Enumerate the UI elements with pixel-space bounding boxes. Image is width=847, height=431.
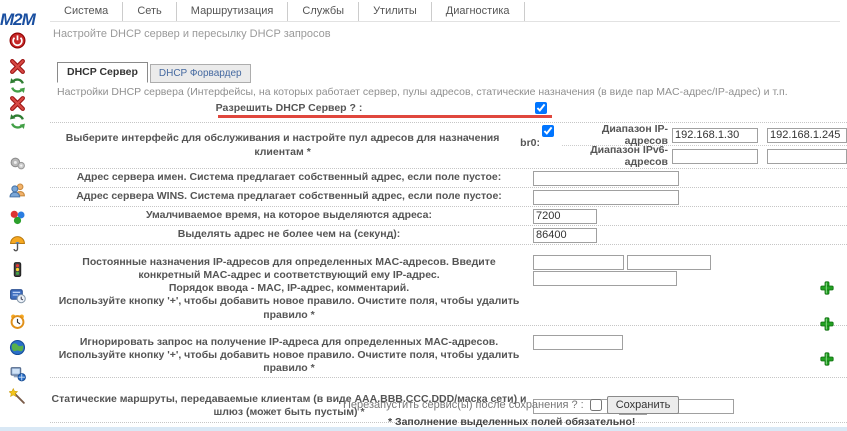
static-assignments-line1: Постоянные назначения IP-адресов для опр… [82,256,496,282]
menu-item-routing[interactable]: Маршрутизация [177,2,289,21]
delete-icon[interactable] [9,95,27,113]
alarm-clock-icon[interactable] [9,313,27,331]
max-lease-input[interactable] [533,227,597,243]
tab-bar: DHCP Сервер DHCP Форвардер [57,62,251,83]
ipv6-range-end-input[interactable] [767,148,847,164]
row-static-assignments: Постоянные назначения IP-адресов для опр… [50,255,847,326]
menu-item-services[interactable]: Службы [288,2,360,21]
ip-range-row: Диапазон IP-адресов [562,123,847,147]
save-button[interactable]: Сохранить [606,396,680,414]
save-row: Перезапустить сервис(ы) после сохранения… [343,396,680,414]
dns-server-label: Адрес сервера имен. Система предлагает с… [76,171,502,184]
ignore-mac-line1: Игнорировать запрос на получение IP-адре… [79,335,499,348]
wins-server-label: Адрес сервера WINS. Система предлагает с… [76,190,502,203]
ip-range-start-input[interactable] [672,127,758,143]
network-icon[interactable] [9,365,27,383]
ignore-mac-label: Игнорировать запрос на получение IP-адре… [50,335,528,375]
page-subtitle: Настройте DHCP сервер и пересылку DHCP з… [53,28,331,40]
restart-services-checkbox[interactable] [589,399,602,411]
static-mac-input[interactable] [533,255,624,270]
top-menu: Система Сеть Маршрутизация Службы Утилит… [50,2,840,22]
static-assignments-line2: Порядок ввода - MAC, IP-адрес, комментар… [168,282,410,295]
interface-pool-label: Выберите интерфейс для обслуживания и на… [65,132,500,158]
globe-icon[interactable] [9,339,27,357]
menu-item-diagnostics[interactable]: Диагностика [432,2,525,21]
menu-item-utilities[interactable]: Утилиты [359,2,432,21]
section-description: Настройки DHCP сервера (Интерфейсы, на к… [57,86,788,98]
row-default-lease: Умалчиваемое время, на которое выделяютс… [50,207,847,226]
row-dns-server: Адрес сервера имен. Система предлагает с… [50,169,847,188]
required-highlight-bar [218,115,552,118]
ignore-mac-line2: Используйте кнопку '+', чтобы добавить н… [58,348,520,374]
wins-server-input[interactable] [533,189,679,205]
umbrella-icon[interactable] [9,235,27,253]
ipv6-range-row: Диапазон IPv6-адресов [562,144,847,168]
bottom-strip [0,427,847,431]
default-lease-input[interactable] [533,208,597,224]
add-static-assignment-button[interactable] [820,281,834,295]
static-assignments-line3: Используйте кнопку '+', чтобы добавить н… [58,295,520,321]
power-icon[interactable] [9,32,27,50]
ipv6-range-start-input[interactable] [672,148,758,164]
static-comment-input[interactable] [533,271,677,286]
traffic-light-icon[interactable] [9,261,27,279]
refresh-icon[interactable] [9,77,27,95]
ignore-mac-input[interactable] [533,334,623,350]
add-static-route-button[interactable] [820,352,834,366]
menu-item-network[interactable]: Сеть [123,2,177,21]
gears-icon[interactable] [9,155,27,173]
refresh-icon[interactable] [9,113,27,131]
dhcp-server-form: Разрешить DHCP Сервер ? : Выберите интер… [50,99,847,424]
delete-icon[interactable] [9,58,27,76]
row-enable-dhcp: Разрешить DHCP Сервер ? : [50,99,847,123]
max-lease-label: Выделять адрес не более чем на (секунд): [177,228,401,241]
row-interface-pool: Выберите интерфейс для обслуживания и на… [50,123,847,169]
ipv6-range-label: Диапазон IPv6-адресов [590,144,668,168]
dns-server-input[interactable] [533,170,679,186]
restart-services-label: Перезапустить сервис(ы) после сохранения… [343,399,584,411]
services-icon[interactable] [9,209,27,227]
static-assignments-label: Постоянные назначения IP-адресов для опр… [50,255,528,322]
row-max-lease: Выделять адрес не более чем на (секунд): [50,226,847,245]
tab-dhcp-forwarder[interactable]: DHCP Форвардер [149,64,251,83]
add-ignore-rule-button[interactable] [820,317,834,331]
interface-name-label: br0: [520,137,540,149]
enable-dhcp-label: Разрешить DHCP Сервер ? : [215,102,363,114]
static-ip-input[interactable] [627,255,711,270]
interface-br0-checkbox[interactable] [542,125,554,137]
row-wins-server: Адрес сервера WINS. Система предлагает с… [50,188,847,207]
users-icon[interactable] [9,182,27,200]
m2m-logo: M2M [0,10,36,29]
row-ignore-mac: Игнорировать запрос на получение IP-адре… [50,334,847,378]
sidebar: M2M [0,0,46,431]
ip-range-end-input[interactable] [767,127,847,143]
enable-dhcp-checkbox[interactable] [535,102,547,114]
default-lease-label: Умалчиваемое время, на которое выделяютс… [145,209,432,222]
tab-dhcp-server[interactable]: DHCP Сервер [57,62,148,83]
scheduler-icon[interactable] [9,287,27,305]
menu-item-system[interactable]: Система [50,2,124,21]
wizard-icon[interactable] [8,387,27,406]
